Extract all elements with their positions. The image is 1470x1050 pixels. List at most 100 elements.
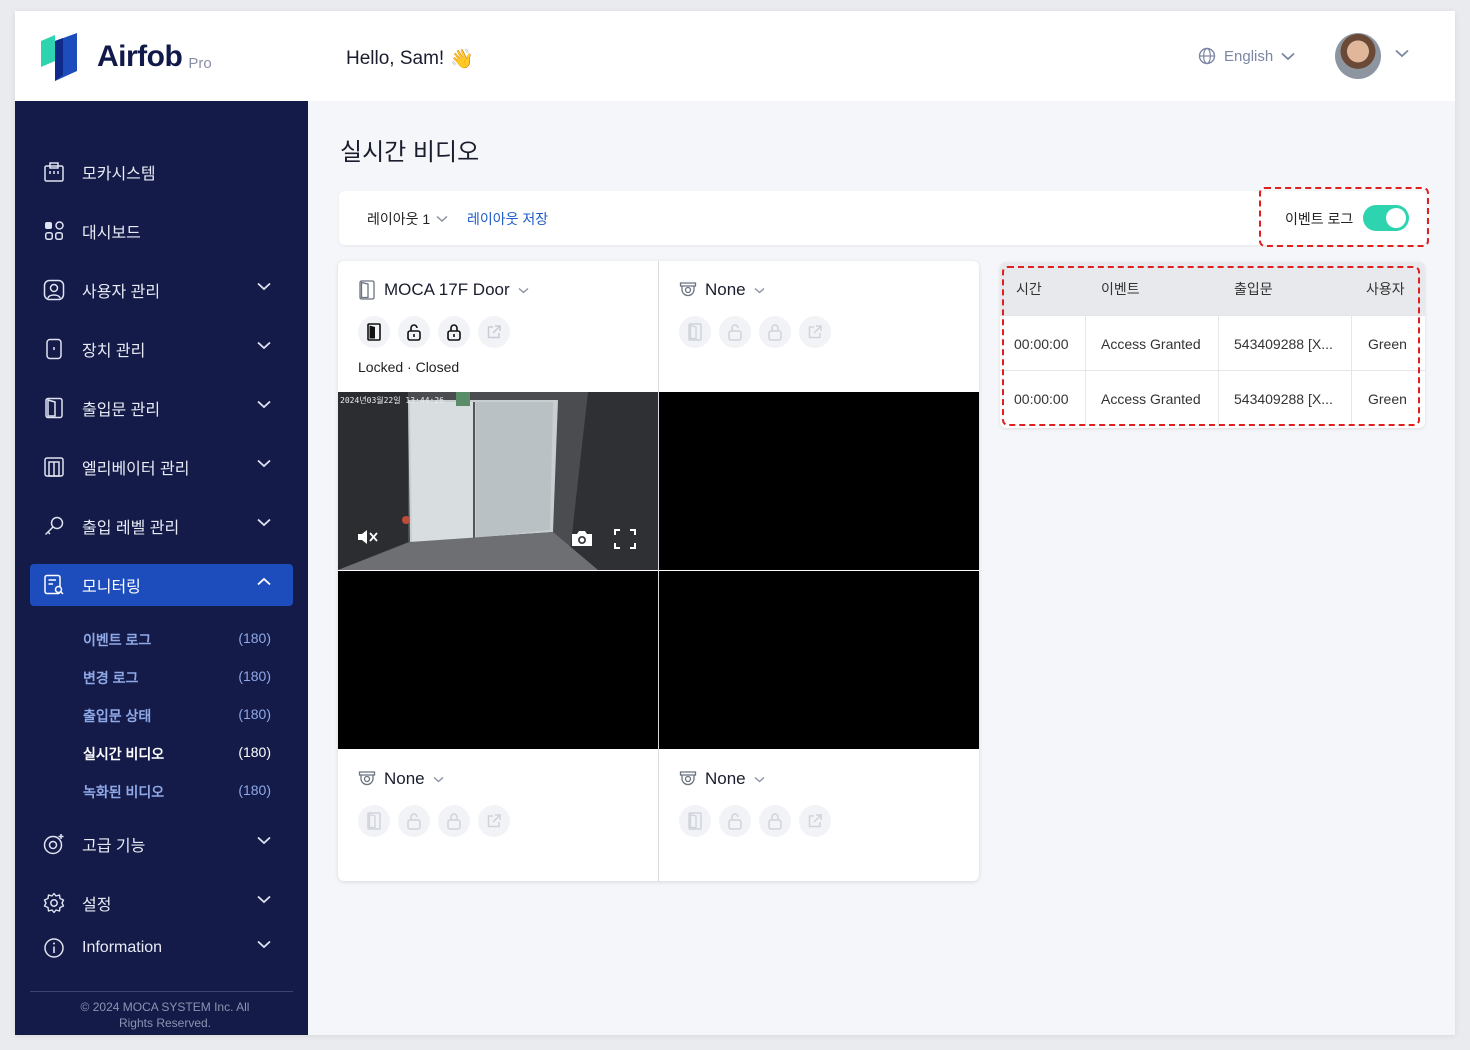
- sidebar-item-door-management[interactable]: 출입문 관리: [30, 387, 293, 429]
- column-header: 출입문: [1234, 281, 1273, 297]
- chevron-down-icon: [754, 287, 765, 293]
- subitem-label: 출입문 상태: [83, 708, 152, 724]
- subitem-label: 변경 로그: [83, 670, 139, 686]
- sidebar-subitem-door-status[interactable]: 출입문 상태 (180): [83, 706, 271, 726]
- camera-snapshot-icon[interactable]: [570, 529, 594, 548]
- device-icon: [40, 335, 68, 363]
- chevron-down-icon: [1281, 52, 1295, 60]
- sidebar-item-monitoring[interactable]: 모니터링: [30, 564, 293, 606]
- subitem-count: (180): [238, 744, 271, 760]
- sidebar-item-label: 엘리베이터 관리: [82, 461, 190, 478]
- camera-selector[interactable]: MOCA 17F Door: [358, 280, 529, 300]
- sidebar-item-settings[interactable]: 설정: [30, 882, 293, 924]
- door-icon: [367, 323, 381, 341]
- door-controls: [679, 805, 831, 837]
- door-controls: [358, 316, 510, 348]
- greeting: Hello, Sam! 👋: [346, 47, 474, 71]
- open-external-button[interactable]: [478, 316, 510, 348]
- mute-icon[interactable]: [356, 527, 380, 547]
- sidebar-item-label: 사용자 관리: [82, 284, 161, 301]
- sidebar-item-label: 출입 레벨 관리: [82, 520, 180, 537]
- video-feed-empty[interactable]: [338, 571, 658, 749]
- cell-divider: [1351, 371, 1352, 426]
- sidebar-divider: [30, 991, 293, 992]
- chevron-down-icon: [433, 776, 444, 782]
- video-timestamp: 2024년03월22일 13:44:26: [340, 396, 444, 405]
- camera-grid: MOCA 17F Door Locked · Closed None 2024년…: [338, 261, 979, 881]
- camera-name: None: [705, 280, 746, 299]
- sidebar-subitem-live-video[interactable]: 실시간 비디오 (180): [83, 744, 271, 764]
- cell-user: Green: [1368, 336, 1407, 352]
- unlock-icon: [407, 813, 421, 830]
- language-label: English: [1224, 47, 1274, 65]
- sidebar-item-label: 모카시스템: [82, 166, 156, 183]
- monitoring-icon: [40, 571, 68, 599]
- camera-name: MOCA 17F Door: [384, 280, 510, 299]
- sidebar-item-moca-system[interactable]: 모카시스템: [30, 151, 293, 193]
- chevron-down-icon: [754, 776, 765, 782]
- door-button[interactable]: [358, 316, 390, 348]
- sidebar-subitem-change-log[interactable]: 변경 로그 (180): [83, 668, 271, 688]
- lock-button[interactable]: [438, 316, 470, 348]
- lock-icon: [447, 813, 461, 830]
- unlock-icon: [728, 813, 742, 830]
- event-log-toggle[interactable]: [1363, 205, 1409, 231]
- sidebar-subitem-event-log[interactable]: 이벤트 로그 (180): [83, 630, 271, 650]
- unlock-button[interactable]: [398, 316, 430, 348]
- chevron-down-icon: [257, 940, 271, 949]
- sidebar-item-elevator-management[interactable]: 엘리베이터 관리: [30, 446, 293, 488]
- table-row[interactable]: 00:00:00 Access Granted 543409288 [X... …: [1000, 370, 1425, 426]
- sidebar-item-label: 고급 기능: [82, 838, 146, 855]
- greeting-text: Hello, Sam!: [346, 48, 445, 69]
- subitem-label: 녹화된 비디오: [83, 784, 165, 800]
- subitem-count: (180): [238, 668, 271, 684]
- layout-select-value: 레이아웃 1: [367, 211, 431, 227]
- camera-name: None: [705, 769, 746, 788]
- video-feed-empty[interactable]: [659, 571, 979, 749]
- building-icon: [40, 158, 68, 186]
- unlock-icon: [728, 324, 742, 341]
- camera-selector[interactable]: None: [358, 769, 444, 789]
- airfob-logo[interactable]: Airfob Pro: [39, 31, 212, 83]
- chevron-down-icon: [257, 518, 271, 527]
- logo-icon: [41, 33, 77, 81]
- event-log-toggle-label: 이벤트 로그: [1285, 211, 1354, 227]
- camera-selector[interactable]: None: [679, 769, 765, 789]
- cell-time: 00:00:00: [1014, 391, 1069, 407]
- globe-icon: [1198, 47, 1216, 65]
- unlock-icon: [407, 324, 421, 341]
- sidebar-item-advanced[interactable]: 고급 기능: [30, 823, 293, 865]
- lock-button: [438, 805, 470, 837]
- camera-selector[interactable]: None: [679, 280, 765, 300]
- key-icon: [40, 512, 68, 540]
- sidebar-item-access-level[interactable]: 출입 레벨 관리: [30, 505, 293, 547]
- chevron-down-icon: [436, 215, 448, 223]
- cell-divider: [1085, 371, 1086, 426]
- fullscreen-icon[interactable]: [614, 529, 636, 549]
- top-header: Airfob Pro Hello, Sam! 👋 English: [15, 11, 1455, 101]
- sidebar-item-dashboard[interactable]: 대시보드: [30, 210, 293, 252]
- cell-divider: [1351, 316, 1352, 371]
- sidebar-subitem-recorded-video[interactable]: 녹화된 비디오 (180): [83, 782, 271, 802]
- avatar[interactable]: [1335, 33, 1381, 79]
- table-row[interactable]: 00:00:00 Access Granted 543409288 [X... …: [1000, 315, 1425, 371]
- sidebar-item-information[interactable]: Information: [30, 927, 293, 969]
- cell-door: 543409288 [X...: [1234, 391, 1333, 407]
- event-log-header: 시간 이벤트 출입문 사용자: [1000, 262, 1425, 315]
- cctv-icon: [679, 282, 697, 297]
- layout-select[interactable]: 레이아웃 1: [367, 209, 448, 229]
- cell-divider: [1218, 316, 1219, 371]
- video-feed-empty[interactable]: [659, 392, 979, 570]
- camera-feed-image: [338, 392, 658, 570]
- sidebar-item-user-management[interactable]: 사용자 관리: [30, 269, 293, 311]
- unlock-button: [719, 316, 751, 348]
- door-status: Locked · Closed: [358, 359, 460, 375]
- chevron-down-icon[interactable]: [1395, 49, 1409, 58]
- door-icon: [688, 323, 702, 341]
- language-selector[interactable]: English: [1198, 47, 1295, 65]
- sidebar-item-device-management[interactable]: 장치 관리: [30, 328, 293, 370]
- cctv-icon: [679, 771, 697, 786]
- save-layout-link[interactable]: 레이아웃 저장: [467, 209, 548, 229]
- video-feed[interactable]: 2024년03월22일 13:44:26: [338, 392, 658, 570]
- door-icon: [688, 812, 702, 830]
